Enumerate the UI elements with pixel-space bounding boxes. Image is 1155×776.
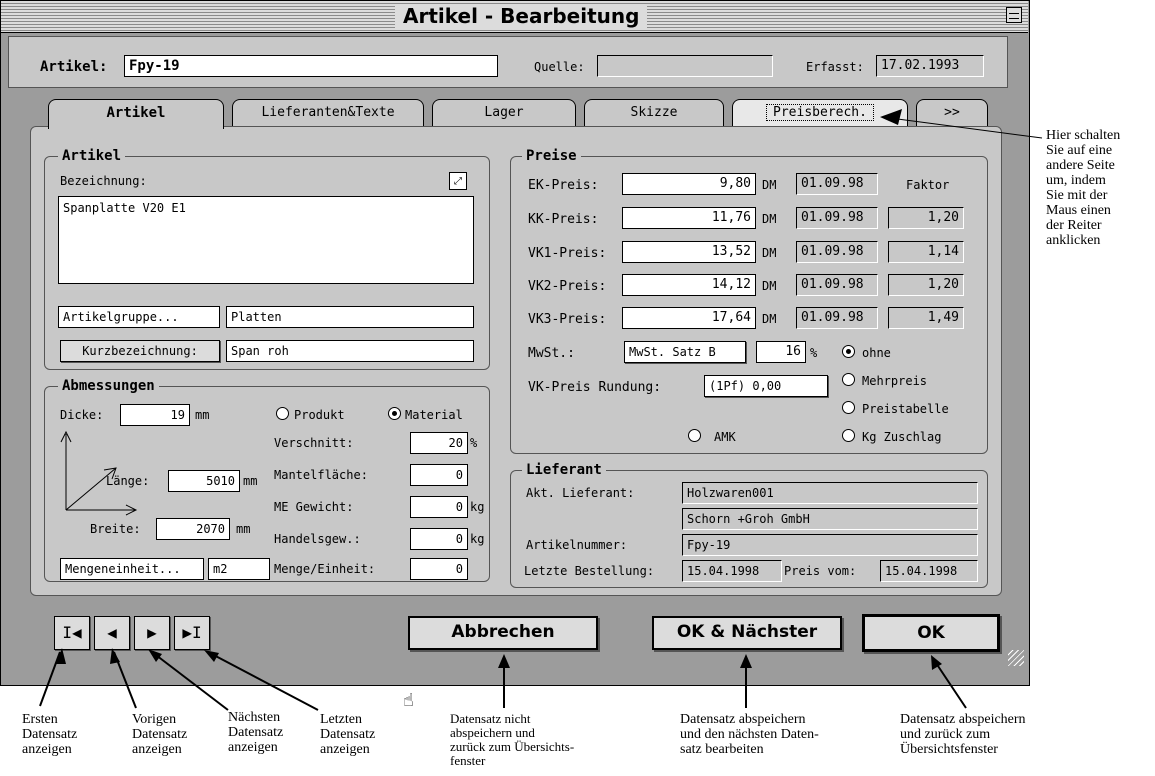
abbrechen-note-line: abspeichern und <box>450 725 535 740</box>
next-note-line: Datensatz <box>228 725 284 740</box>
tab-hint-line: Hier schalten <box>1046 128 1121 143</box>
last-arrow-line <box>207 651 319 711</box>
first-note-line: Ersten <box>22 712 58 727</box>
ok-next-note-line: und den nächsten Daten- <box>680 727 819 742</box>
last-note: Letzten Datensatz anzeigen <box>320 712 375 757</box>
prev-note: Vorigen Datensatz anzeigen <box>132 712 187 757</box>
ok-note-line: Übersichtsfenster <box>900 742 998 757</box>
tab-artikel[interactable]: Artikel <box>48 99 224 129</box>
last-note-line: anzeigen <box>320 742 370 757</box>
abbrechen-note: Datensatz nicht abspeichern und zurück z… <box>450 712 574 768</box>
first-note: Ersten Datensatz anzeigen <box>22 712 77 757</box>
abbrechen-note-line: zurück zum Übersichts- <box>450 739 575 754</box>
ok-next-note-line: satz bearbeiten <box>680 742 764 757</box>
tab-hint-line: Sie mit der <box>1046 188 1108 203</box>
tab-hint-line: andere Seite <box>1046 158 1115 173</box>
abbrechen-note-line: Datensatz nicht <box>450 711 531 726</box>
next-arrow-head <box>148 649 162 662</box>
ok-next-note-line: Datensatz abspeichern <box>680 712 806 727</box>
tab-hint-arrow-line <box>889 117 1043 139</box>
ok-note: Datensatz abspeichern und zurück zum Übe… <box>900 712 1026 757</box>
tab-hint-note: Hier schalten Sie auf eine andere Seite … <box>1046 128 1120 248</box>
tab-hint-arrow-head <box>880 109 902 125</box>
next-note-line: Nächsten <box>228 710 281 725</box>
abbrechen-arrow-head <box>498 654 510 668</box>
prev-note-line: Datensatz <box>132 727 188 742</box>
tab-hint-line: Sie auf eine <box>1046 143 1113 158</box>
last-note-line: Datensatz <box>320 727 376 742</box>
first-note-line: anzeigen <box>22 742 72 757</box>
first-arrow-line <box>39 651 61 707</box>
last-note-line: Letzten <box>320 712 362 727</box>
ok-next-note: Datensatz abspeichern und den nächsten D… <box>680 712 819 757</box>
tab-hint-line: der Reiter <box>1046 218 1102 233</box>
ok-note-line: und zurück zum <box>900 727 991 742</box>
tab-hint-line: Maus einen <box>1046 203 1111 218</box>
next-note-line: anzeigen <box>228 740 278 755</box>
ok-arrow-line <box>933 659 967 709</box>
ok-note-line: Datensatz abspeichern <box>900 712 1026 727</box>
tab-hint-line: um, indem <box>1046 173 1106 188</box>
prev-arrow-head <box>110 648 120 664</box>
tab-hint-line: anklicken <box>1046 233 1101 248</box>
first-note-line: Datensatz <box>22 727 78 742</box>
next-note: Nächsten Datensatz anzeigen <box>228 710 283 755</box>
prev-note-line: anzeigen <box>132 742 182 757</box>
ok-next-arrow-head <box>740 654 752 668</box>
last-arrow-head <box>204 650 219 662</box>
prev-note-line: Vorigen <box>132 712 177 727</box>
abbrechen-note-line: fenster <box>450 753 486 768</box>
next-arrow-line <box>151 651 229 711</box>
